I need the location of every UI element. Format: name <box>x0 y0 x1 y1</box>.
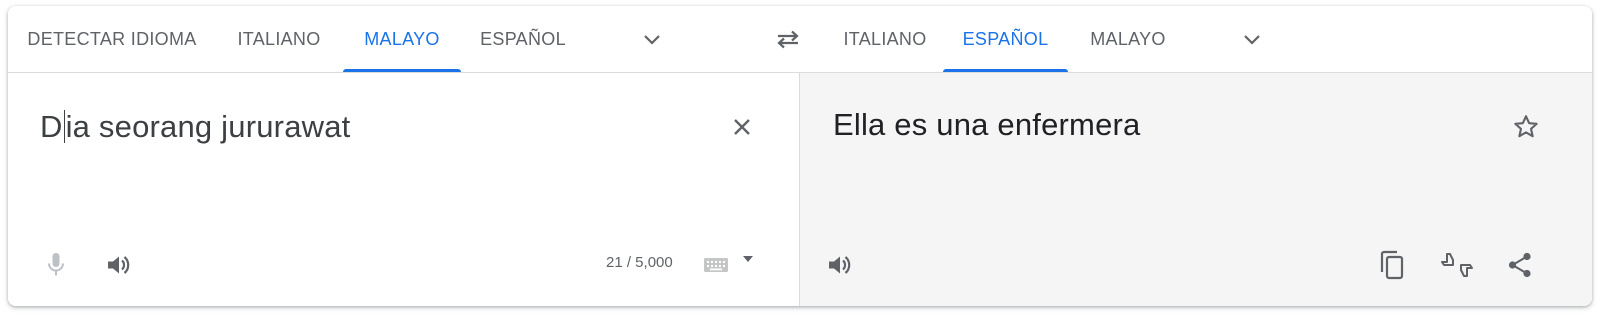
character-count: 21 / 5,000 <box>606 254 673 271</box>
tab-source-italian[interactable]: ITALIANO <box>216 6 342 72</box>
source-text-input[interactable]: Dia seorang jururawat <box>40 109 350 145</box>
swap-languages-button[interactable] <box>764 15 812 63</box>
listen-translation-button[interactable] <box>815 241 863 289</box>
share-icon <box>1508 252 1531 278</box>
tab-target-spanish[interactable]: ESPAÑOL <box>943 6 1068 72</box>
close-icon <box>734 119 750 135</box>
mic-icon <box>48 253 64 276</box>
input-tools-button[interactable] <box>698 247 734 283</box>
tab-source-spanish[interactable]: ESPAÑOL <box>461 6 585 72</box>
tab-source-malay[interactable]: MALAYO <box>343 6 461 72</box>
translation-panel: Ella es una enfermera <box>800 73 1592 306</box>
copy-icon <box>1380 250 1404 280</box>
keyboard-icon <box>704 258 728 272</box>
swap-icon <box>777 30 799 49</box>
dropdown-arrow-icon <box>743 256 753 262</box>
voice-input-button[interactable] <box>32 241 80 289</box>
share-translation-button[interactable] <box>1496 241 1544 289</box>
speaker-icon <box>108 256 130 274</box>
copy-translation-button[interactable] <box>1368 241 1416 289</box>
save-translation-button[interactable] <box>1502 103 1550 151</box>
target-more-languages-button[interactable] <box>1228 15 1276 63</box>
chevron-down-icon <box>1244 35 1260 45</box>
tab-target-italian[interactable]: ITALIANO <box>821 6 949 72</box>
feedback-icon <box>1441 253 1473 277</box>
chevron-down-icon <box>644 35 660 45</box>
clear-source-button[interactable] <box>718 103 766 151</box>
source-more-languages-button[interactable] <box>628 15 676 63</box>
source-text-before-caret: D <box>40 109 63 144</box>
translator-card: DETECTAR IDIOMA ITALIANO MALAYO ESPAÑOL … <box>8 6 1592 306</box>
source-panel: Dia seorang jururawat 21 / 5,000 <box>8 73 800 306</box>
language-tab-bar: DETECTAR IDIOMA ITALIANO MALAYO ESPAÑOL … <box>8 6 1592 73</box>
input-tools-menu-button[interactable] <box>736 247 760 271</box>
tab-target-malay[interactable]: MALAYO <box>1068 6 1188 72</box>
star-icon <box>1514 115 1538 138</box>
speaker-icon <box>829 256 851 274</box>
listen-source-button[interactable] <box>94 241 142 289</box>
tab-source-detect-language[interactable]: DETECTAR IDIOMA <box>8 6 216 72</box>
text-caret <box>63 110 65 143</box>
translation-text: Ella es una enfermera <box>833 107 1141 142</box>
rate-translation-button[interactable] <box>1433 241 1481 289</box>
source-text-after-caret: ia seorang jururawat <box>65 109 351 144</box>
